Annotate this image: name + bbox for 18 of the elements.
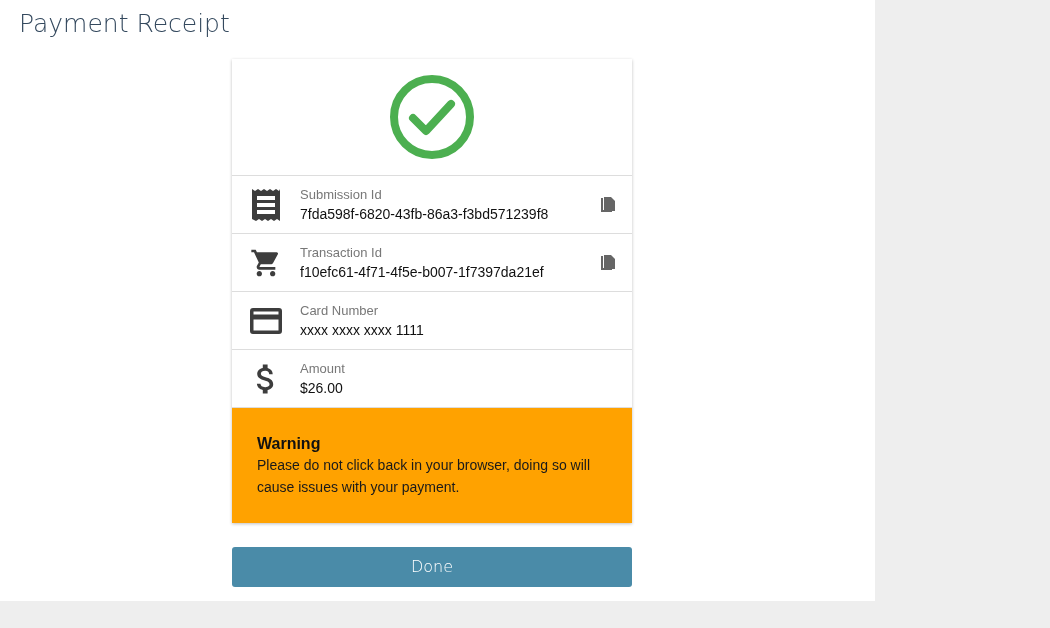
- field-value: f10efc61-4f71-4f5e-b007-1f7397da21ef: [300, 262, 545, 282]
- done-button[interactable]: Done: [232, 547, 632, 587]
- copy-icon[interactable]: [600, 196, 616, 213]
- dollar-icon: [256, 362, 276, 395]
- field-label: Amount: [300, 359, 346, 378]
- warning-title: Warning: [257, 434, 322, 454]
- field-label: Transaction Id: [300, 243, 383, 262]
- field-label: Card Number: [300, 301, 380, 320]
- field-value: xxxx xxxx xxxx 1111: [300, 320, 425, 340]
- credit-card-icon: [249, 306, 283, 335]
- receipt-icon: [251, 187, 281, 222]
- warning-message: Please do not click back in your browser, doing so will cause issues with your payment.: [257, 456, 592, 497]
- check-circle-icon: [389, 74, 475, 160]
- field-value: 7fda598f-6820-43fb-86a3-f3bd571239f8: [300, 204, 550, 224]
- field-value: $26.00: [300, 378, 344, 398]
- page-title: Payment Receipt: [19, 8, 230, 40]
- field-label: Submission Id: [300, 185, 383, 204]
- copy-icon[interactable]: [600, 254, 616, 271]
